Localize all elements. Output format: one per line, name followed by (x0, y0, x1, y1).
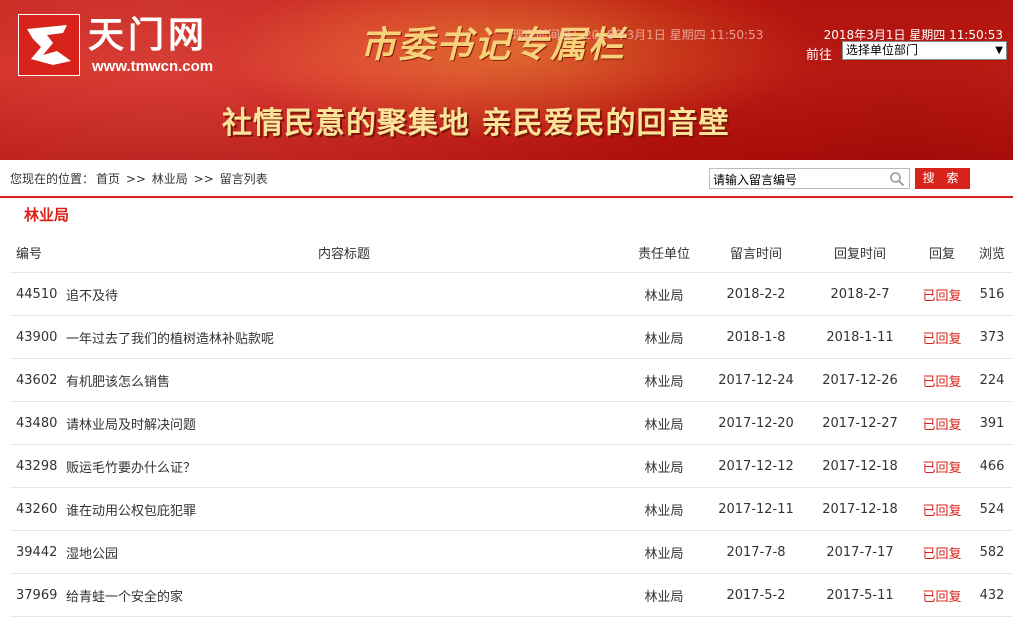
row-msg-time: 2017-12-11 (705, 487, 807, 531)
location-bar: 您现在的位置：首页 >> 林业局 >> 留言列表 搜 索 (0, 160, 1013, 198)
row-title-link[interactable]: 湿地公园 (65, 530, 623, 574)
row-reply-status: 已回复 (913, 272, 971, 316)
row-dept: 林业局 (623, 573, 705, 617)
header-reply: 回复 (913, 232, 971, 273)
table-row[interactable]: 43602 有机肥该怎么销售 林业局 2017-12-24 2017-12-26… (10, 358, 1013, 402)
row-title-link[interactable]: 追不及待 (65, 272, 623, 316)
row-reply-status: 已回复 (913, 315, 971, 359)
search-input[interactable] (710, 170, 883, 189)
row-title-link[interactable]: 一年过去了我们的植树造林补贴款呢 (65, 315, 623, 359)
header-msg-time: 留言时间 (705, 232, 807, 273)
row-id: 39442 (10, 530, 65, 574)
row-msg-time: 2017-7-8 (705, 530, 807, 574)
row-dept: 林业局 (623, 530, 705, 574)
row-msg-time: 2017-5-2 (705, 573, 807, 617)
slogan-banner: 社情民意的聚集地 亲民爱民的回音壁 (222, 106, 730, 141)
row-dept: 林业局 (623, 358, 705, 402)
row-views: 391 (971, 401, 1013, 445)
row-title-link[interactable]: 谁在动用公权包庇犯罪 (65, 487, 623, 531)
table-row[interactable]: 43900 一年过去了我们的植树造林补贴款呢 林业局 2018-1-8 2018… (10, 315, 1013, 359)
row-title-link[interactable]: 请林业局及时解决问题 (65, 401, 623, 445)
row-reply-time: 2017-12-26 (807, 358, 913, 402)
row-views: 466 (971, 444, 1013, 488)
row-dept: 林业局 (623, 272, 705, 316)
logo-text[interactable]: 天门网 (88, 6, 208, 58)
row-reply-status: 已回复 (913, 487, 971, 531)
row-id: 37969 (10, 573, 65, 617)
row-msg-time: 2018-1-8 (705, 315, 807, 359)
row-views: 373 (971, 315, 1013, 359)
department-select-value: 选择单位部门 (846, 43, 919, 57)
header-title: 内容标题 (65, 232, 623, 273)
header-views: 浏览 (971, 232, 1013, 273)
row-msg-time: 2018-2-2 (705, 272, 807, 316)
breadcrumb-home[interactable]: 首页 (96, 172, 120, 186)
table-header-row: 编号 内容标题 责任单位 留言时间 回复时间 回复 浏览 (10, 232, 1013, 273)
header-banner: 天门网 www.tmwcn.com 市委书记专属栏 现在时间是：2018年3月1… (0, 0, 1013, 160)
row-reply-status: 已回复 (913, 444, 971, 488)
department-select[interactable]: 选择单位部门 ▼ (842, 41, 1007, 60)
row-reply-status: 已回复 (913, 401, 971, 445)
row-reply-time: 2017-5-11 (807, 573, 913, 617)
breadcrumb-separator: >> (125, 172, 146, 186)
row-views: 224 (971, 358, 1013, 402)
row-title-link[interactable]: 给青蛙一个安全的家 (65, 573, 623, 617)
row-msg-time: 2017-12-20 (705, 401, 807, 445)
row-id: 43298 (10, 444, 65, 488)
breadcrumb: 您现在的位置： 首页 >> 林业局 >> 留言列表 (10, 170, 270, 187)
breadcrumb-prefix: 您现在的位置： (10, 172, 95, 186)
row-reply-time: 2017-12-27 (807, 401, 913, 445)
row-msg-time: 2017-12-24 (705, 358, 807, 402)
row-dept: 林业局 (623, 487, 705, 531)
search-box (709, 168, 910, 189)
row-views: 524 (971, 487, 1013, 531)
row-id: 43602 (10, 358, 65, 402)
row-dept: 林业局 (623, 315, 705, 359)
row-title-link[interactable]: 贩运毛竹要办什么证？ (65, 444, 623, 488)
goto-label: 前往 (806, 48, 833, 63)
dropdown-arrow-icon: ▼ (995, 45, 1003, 56)
table-row[interactable]: 43298 贩运毛竹要办什么证？ 林业局 2017-12-12 2017-12-… (10, 444, 1013, 488)
row-views: 432 (971, 573, 1013, 617)
breadcrumb-separator: >> (193, 172, 214, 186)
header-dept: 责任单位 (623, 232, 705, 273)
search-button[interactable]: 搜 索 (915, 168, 970, 189)
header-reply-time: 回复时间 (807, 232, 913, 273)
breadcrumb-dept[interactable]: 林业局 (152, 172, 188, 186)
search-icon[interactable] (889, 171, 905, 187)
row-dept: 林业局 (623, 444, 705, 488)
table-row[interactable]: 44510 追不及待 林业局 2018-2-2 2018-2-7 已回复 516 (10, 272, 1013, 316)
header-id: 编号 (10, 232, 65, 273)
row-reply-time: 2018-1-11 (807, 315, 913, 359)
row-title-link[interactable]: 有机肥该怎么销售 (65, 358, 623, 402)
message-table: 编号 内容标题 责任单位 留言时间 回复时间 回复 浏览 44510 追不及待 … (10, 232, 1013, 617)
row-id: 43260 (10, 487, 65, 531)
row-reply-time: 2017-12-18 (807, 487, 913, 531)
row-views: 582 (971, 530, 1013, 574)
row-reply-status: 已回复 (913, 573, 971, 617)
row-msg-time: 2017-12-12 (705, 444, 807, 488)
row-reply-status: 已回复 (913, 358, 971, 402)
logo-mark-icon (27, 25, 71, 65)
row-reply-time: 2017-7-17 (807, 530, 913, 574)
breadcrumb-current: 留言列表 (219, 172, 268, 186)
row-dept: 林业局 (623, 401, 705, 445)
table-row[interactable]: 39442 湿地公园 林业局 2017-7-8 2017-7-17 已回复 58… (10, 530, 1013, 574)
row-reply-time: 2017-12-18 (807, 444, 913, 488)
row-id: 43480 (10, 401, 65, 445)
row-views: 516 (971, 272, 1013, 316)
row-id: 44510 (10, 272, 65, 316)
table-row[interactable]: 43260 谁在动用公权包庇犯罪 林业局 2017-12-11 2017-12-… (10, 487, 1013, 531)
row-id: 43900 (10, 315, 65, 359)
table-row[interactable]: 43480 请林业局及时解决问题 林业局 2017-12-20 2017-12-… (10, 401, 1013, 445)
row-reply-status: 已回复 (913, 530, 971, 574)
current-time-shadow: 现在时间是：2018年3月1日 星期四 11:50:53 (512, 28, 764, 42)
row-reply-time: 2018-2-7 (807, 272, 913, 316)
logo-url[interactable]: www.tmwcn.com (92, 58, 213, 75)
site-logo[interactable] (18, 14, 80, 76)
section-title: 林业局 (24, 206, 70, 224)
table-row[interactable]: 37969 给青蛙一个安全的家 林业局 2017-5-2 2017-5-11 已… (10, 573, 1013, 617)
